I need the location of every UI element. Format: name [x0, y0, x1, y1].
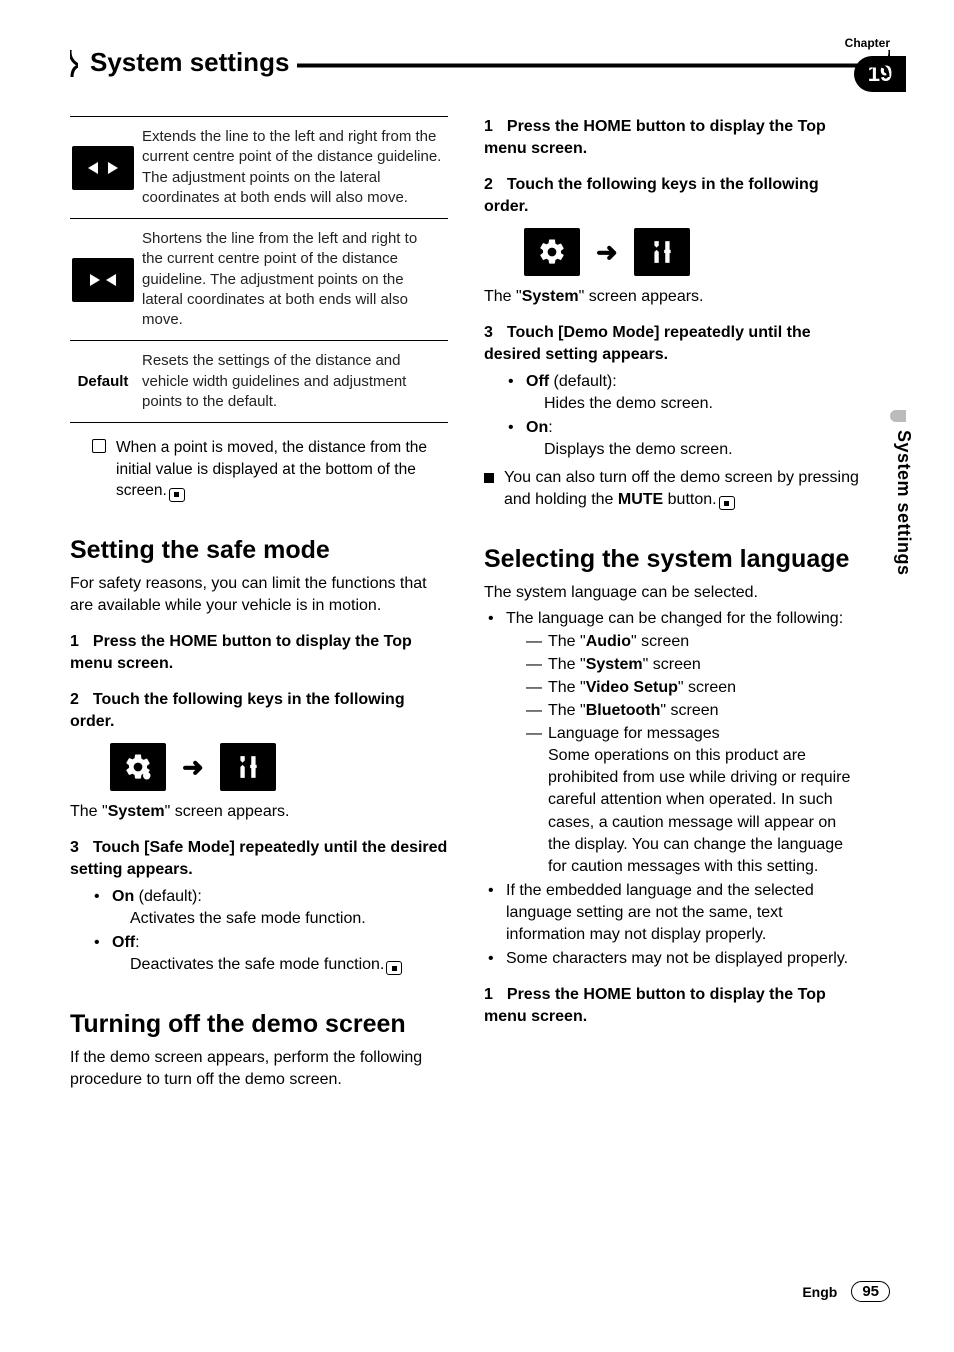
- arrow-right-icon: ➜: [596, 237, 618, 268]
- lang-intro: The system language can be selected.: [484, 582, 862, 604]
- page-number: 95: [851, 1281, 890, 1302]
- page-title: System settings: [78, 47, 297, 78]
- end-mark-icon: [719, 496, 735, 510]
- table-row: Default Resets the settings of the dista…: [70, 341, 448, 423]
- list-item: The "Bluetooth" screen: [526, 700, 862, 722]
- list-item: Off:Deactivates the safe mode function.: [94, 932, 448, 976]
- shorten-icon: [72, 258, 134, 302]
- chapter-label: Chapter: [845, 36, 890, 50]
- demo-step2: 2Touch the following keys in the followi…: [484, 174, 862, 218]
- safe-intro: For safety reasons, you can limit the fu…: [70, 573, 448, 617]
- side-tab: [890, 410, 906, 422]
- list-item: Off (default):Hides the demo screen.: [508, 371, 862, 415]
- note: When a point is moved, the distance from…: [92, 437, 448, 502]
- section-heading-demo: Turning off the demo screen: [70, 1010, 448, 1039]
- list-item: If the embedded language and the selecte…: [488, 880, 862, 946]
- mute-note: You can also turn off the demo screen by…: [484, 467, 862, 511]
- note-text: When a point is moved, the distance from…: [116, 439, 427, 499]
- page: Chapter 19 System settings System settin…: [0, 0, 954, 1352]
- safe-step3: 3Touch [Safe Mode] repeatedly until the …: [70, 837, 448, 881]
- arrow-right-icon: ➜: [182, 752, 204, 783]
- system-appears: The "System" screen appears.: [484, 286, 862, 308]
- list-item: On:Displays the demo screen.: [508, 417, 862, 461]
- row-desc: Extends the line to the left and right f…: [142, 117, 448, 219]
- side-section-title: System settings: [893, 430, 914, 576]
- left-column: Extends the line to the left and right f…: [70, 116, 448, 1095]
- list-item: Language for messagesSome operations on …: [526, 723, 862, 878]
- end-mark-icon: [169, 488, 185, 502]
- square-bullet-icon: [484, 473, 494, 483]
- section-heading-language: Selecting the system language: [484, 545, 862, 574]
- safe-step1: 1Press the HOME button to display the To…: [70, 631, 448, 675]
- adjustment-table: Extends the line to the left and right f…: [70, 116, 448, 423]
- note-icon: [92, 439, 106, 453]
- section-heading-safe-mode: Setting the safe mode: [70, 536, 448, 565]
- demo-step3: 3Touch [Demo Mode] repeatedly until the …: [484, 322, 862, 366]
- header-bar: System settings: [70, 50, 890, 80]
- footer-lang: Engb: [802, 1284, 837, 1300]
- list-item: Some characters may not be displayed pro…: [488, 948, 862, 970]
- right-column: 1Press the HOME button to display the To…: [484, 116, 862, 1095]
- lang-step1: 1Press the HOME button to display the To…: [484, 984, 862, 1028]
- default-label: Default: [78, 373, 129, 390]
- list-item: The "Audio" screen: [526, 631, 862, 653]
- end-mark-icon: [386, 961, 402, 975]
- row-desc: Resets the settings of the distance and …: [142, 341, 448, 423]
- list-item: The language can be changed for the foll…: [488, 608, 862, 878]
- key-sequence: ➜: [110, 743, 448, 791]
- table-row: Extends the line to the left and right f…: [70, 117, 448, 219]
- tools-icon: [634, 228, 690, 276]
- system-appears: The "System" screen appears.: [70, 801, 448, 823]
- row-desc: Shortens the line from the left and righ…: [142, 219, 448, 341]
- settings-gear-icon: [110, 743, 166, 791]
- list-item: The "System" screen: [526, 654, 862, 676]
- table-row: Shortens the line from the left and righ…: [70, 219, 448, 341]
- settings-gear-icon: [524, 228, 580, 276]
- list-item: On (default):Activates the safe mode fun…: [94, 886, 448, 930]
- demo-step1: 1Press the HOME button to display the To…: [484, 116, 862, 160]
- tools-icon: [220, 743, 276, 791]
- list-item: The "Video Setup" screen: [526, 677, 862, 699]
- safe-step2: 2Touch the following keys in the followi…: [70, 689, 448, 733]
- expand-icon: [72, 146, 134, 190]
- key-sequence: ➜: [524, 228, 862, 276]
- demo-intro: If the demo screen appears, perform the …: [70, 1047, 448, 1091]
- footer: Engb 95: [802, 1281, 890, 1302]
